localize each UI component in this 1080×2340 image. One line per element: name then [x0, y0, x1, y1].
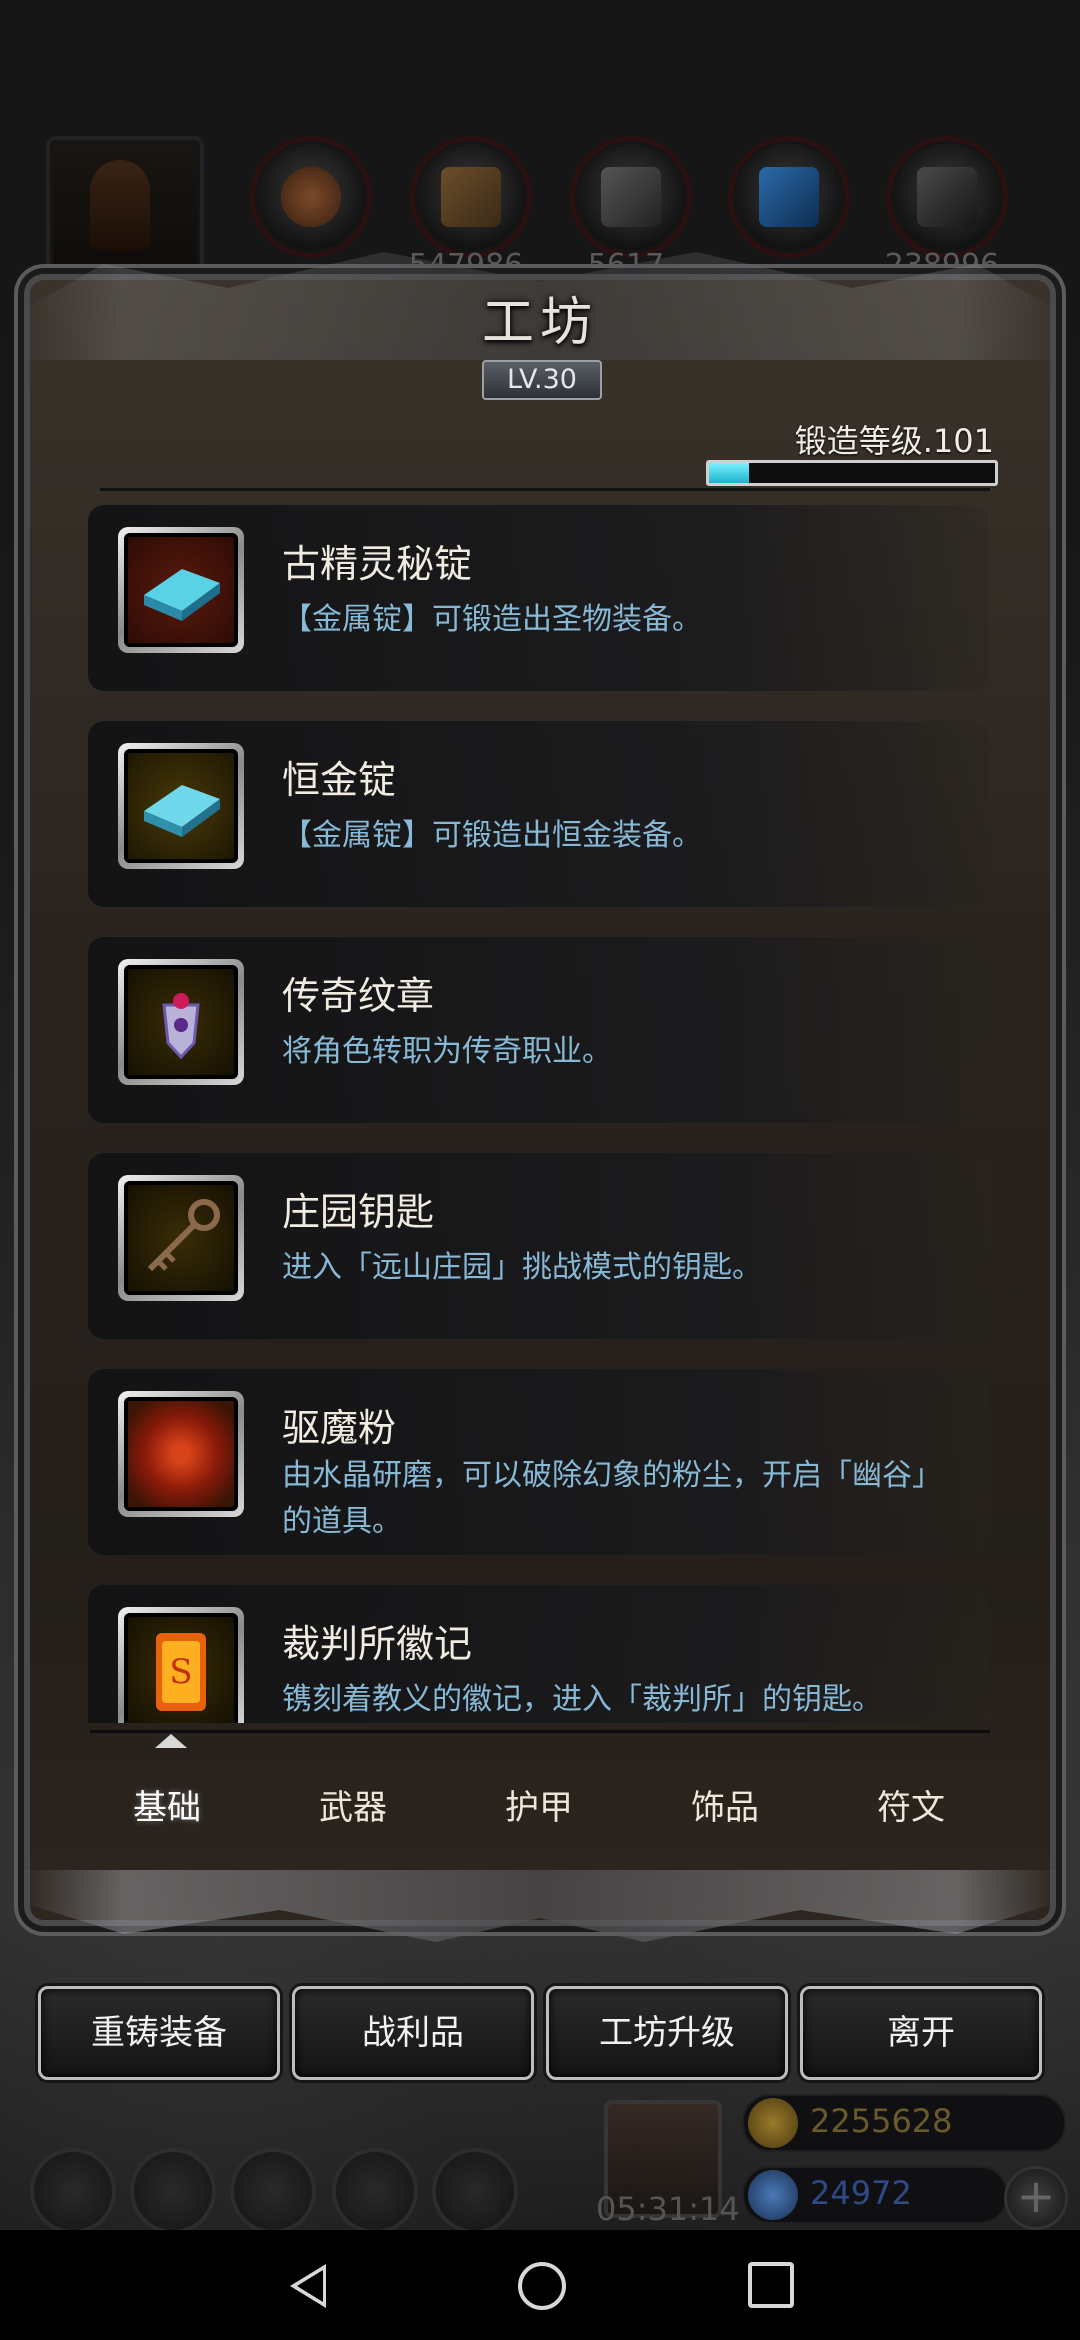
tribunal-seal-icon: S: [124, 1613, 238, 1723]
home-icon[interactable]: [518, 2262, 566, 2310]
svg-text:S: S: [169, 1652, 192, 1692]
resource-bar: 547986 5617 238996: [0, 130, 1080, 290]
mail-icon[interactable]: [332, 2148, 418, 2234]
gem-amount: 24972: [810, 2174, 912, 2212]
recent-apps-icon[interactable]: [748, 2262, 794, 2308]
resource-steel-icon: [886, 136, 1008, 258]
resource-iron-icon: [570, 136, 692, 258]
gold-amount: 2255628: [810, 2102, 953, 2140]
item-description: 将角色转职为传奇职业。: [282, 1034, 612, 1069]
blue-ingot-icon: [124, 533, 238, 647]
gem-icon: [748, 2170, 798, 2220]
panel-title: 工坊: [481, 293, 598, 353]
item-name: 裁判所徽记: [282, 1622, 473, 1666]
item-name: 古精灵秘锭: [282, 542, 473, 586]
guild-icon[interactable]: [230, 2148, 316, 2234]
list-item[interactable]: 庄园钥匙 进入「远山庄园」挑战模式的钥匙。: [88, 1153, 988, 1339]
blue-ingot-icon: [124, 749, 238, 863]
system-nav-bar: [0, 2230, 1080, 2340]
item-icon-frame: [118, 959, 244, 1085]
leave-button[interactable]: 离开: [800, 1986, 1042, 2080]
list-item[interactable]: 恒金锭 【金属锭】可锻造出恒金装备。: [88, 721, 988, 907]
level-badge: LV.30: [482, 360, 602, 400]
tab-armor[interactable]: 护甲: [446, 1768, 632, 1848]
item-icon-frame: S: [118, 1607, 244, 1723]
gold-coin-icon: [748, 2098, 798, 2148]
reforge-button[interactable]: 重铸装备: [38, 1986, 280, 2080]
resource-wood-icon: [410, 136, 532, 258]
item-icon-frame: [118, 527, 244, 653]
tab-runes[interactable]: 符文: [818, 1768, 1004, 1848]
resource-crystal-icon: [728, 136, 850, 258]
legend-emblem-icon: [124, 965, 238, 1079]
list-item[interactable]: 传奇纹章 将角色转职为传奇职业。: [88, 937, 988, 1123]
gold-display: 2255628: [742, 2094, 1066, 2152]
item-icon-frame: [118, 1175, 244, 1301]
add-currency-button[interactable]: +: [1004, 2166, 1068, 2230]
exorcism-powder-icon: [124, 1397, 238, 1511]
forge-progress-fill: [709, 463, 750, 483]
gem-display: 24972: [742, 2166, 1008, 2224]
item-name: 庄园钥匙: [282, 1190, 435, 1234]
active-tab-indicator: [155, 1734, 187, 1748]
divider: [100, 488, 990, 491]
action-bar: 重铸装备 战利品 工坊升级 离开: [38, 1986, 1042, 2080]
dice-icon[interactable]: [432, 2148, 518, 2234]
item-description: 进入「远山庄园」挑战模式的钥匙。: [282, 1250, 762, 1285]
workshop-upgrade-button[interactable]: 工坊升级: [546, 1986, 788, 2080]
gift-timer: 05:31:14: [596, 2190, 740, 2228]
item-name: 恒金锭: [282, 758, 397, 802]
resource-ore-icon: [250, 136, 372, 258]
loot-button[interactable]: 战利品: [292, 1986, 534, 2080]
tab-weapons[interactable]: 武器: [260, 1768, 446, 1848]
tab-accessories[interactable]: 饰品: [632, 1768, 818, 1848]
back-icon[interactable]: [290, 2264, 326, 2308]
achievements-icon[interactable]: [130, 2148, 216, 2234]
list-item[interactable]: 古精灵秘锭 【金属锭】可锻造出圣物装备。: [88, 505, 988, 691]
tab-basic[interactable]: 基础: [74, 1768, 260, 1848]
key-icon: [124, 1181, 238, 1295]
item-description: 【金属锭】可锻造出恒金装备。: [282, 818, 702, 853]
item-name: 驱魔粉: [282, 1406, 397, 1450]
item-name: 传奇纹章: [282, 974, 435, 1018]
item-icon-frame: [118, 743, 244, 869]
character-portrait: [46, 136, 204, 284]
settings-gear-icon[interactable]: [30, 2148, 116, 2234]
item-description: 【金属锭】可锻造出圣物装备。: [282, 602, 702, 637]
item-description: 由水晶研磨，可以破除幻象的粉尘，开启「幽谷」的道具。: [282, 1458, 942, 1539]
category-tabs: 基础 武器 护甲 饰品 符文: [74, 1768, 1004, 1848]
item-icon-frame: [118, 1391, 244, 1517]
item-description: 镌刻着教义的徽记，进入「裁判所」的钥匙。: [282, 1682, 882, 1717]
list-item[interactable]: 驱魔粉 由水晶研磨，可以破除幻象的粉尘，开启「幽谷」的道具。: [88, 1369, 988, 1555]
item-list[interactable]: 古精灵秘锭 【金属锭】可锻造出圣物装备。 恒金锭 【金属锭】可锻造出恒金装备。: [88, 505, 988, 1723]
tab-divider: [90, 1730, 990, 1733]
list-item[interactable]: S 裁判所徽记 镌刻着教义的徽记，进入「裁判所」的钥匙。: [88, 1585, 988, 1723]
forge-level-label: 锻造等级.101: [794, 422, 994, 460]
forge-progress-bar: [706, 460, 998, 486]
